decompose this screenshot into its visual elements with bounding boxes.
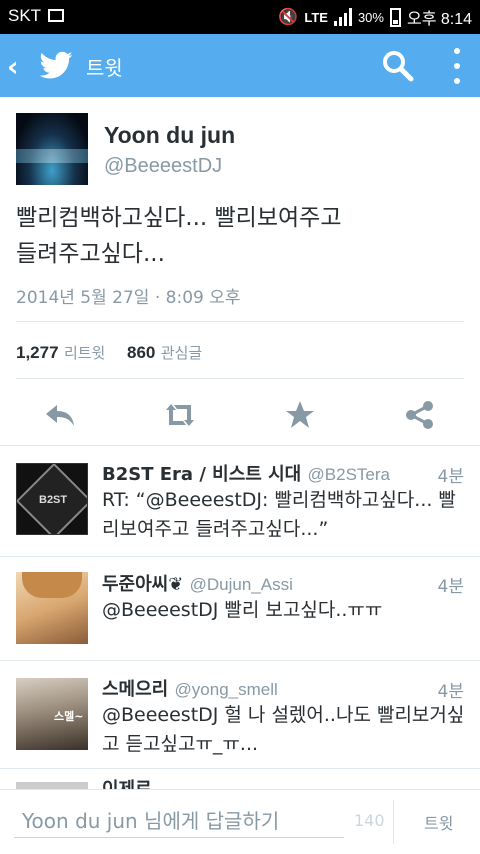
battery-icon (389, 7, 401, 27)
favorite-label[interactable]: 관심글 (161, 344, 202, 362)
reply-time: 4분 (437, 682, 464, 702)
author-name[interactable]: Yoon du jun (104, 122, 235, 149)
back-button[interactable]: ‹ (7, 50, 19, 83)
reply-avatar[interactable] (16, 782, 88, 789)
reply-time: 4분 (437, 577, 464, 597)
reply-text: @BeeeestDJ 빨리 보고싶다..ㅠㅠ (102, 599, 383, 621)
page-title: 트윗 (86, 56, 123, 80)
reply-author-name[interactable]: B2ST Era / 비스트 시대 (102, 464, 301, 485)
signal-icon (333, 8, 352, 26)
reply-input[interactable]: Yoon du jun 님에게 답글하기 (14, 804, 344, 838)
divider (0, 768, 480, 769)
char-count: 140 (354, 811, 385, 830)
reply-author-name[interactable]: 스메으리 (102, 679, 168, 700)
tweet-stats: 1,277 리트윗 860 관심글 (16, 342, 202, 363)
reply-composer: Yoon du jun 님에게 답글하기 140 트윗 (0, 789, 480, 854)
divider (0, 660, 480, 661)
network-label: LTE (304, 9, 328, 25)
status-bar: SKT 🔇 LTE 30% 오후 8:14 (0, 0, 480, 34)
divider (16, 321, 464, 322)
favorite-count[interactable]: 860 (127, 343, 155, 362)
reply-handle[interactable]: @Dujun_Assi (190, 575, 293, 594)
reply-handle[interactable]: @B2STera (308, 465, 390, 484)
overflow-menu-icon[interactable] (449, 48, 465, 84)
tweet-text: 빨리컴백하고싶다... 빨리보여주고 들려주고싶다... (16, 200, 466, 272)
divider (0, 445, 480, 446)
clock: 오후 8:14 (406, 11, 472, 28)
carrier-label: SKT (8, 6, 42, 25)
reply-author[interactable]: 이제르 (102, 775, 152, 789)
tweet-actions (0, 394, 480, 434)
reply-text: RT: “@BeeeestDJ: 빨리컴백하고싶다... 빨리보여주고 들려주고… (102, 489, 456, 540)
search-icon[interactable] (380, 48, 416, 84)
tweet-text-line: 빨리컴백하고싶다... 빨리보여주고 (16, 205, 342, 231)
author-handle[interactable]: @BeeeestDJ (104, 155, 222, 178)
divider (393, 800, 394, 844)
reply-avatar[interactable]: B2ST (16, 463, 88, 535)
favorite-star-icon[interactable] (283, 398, 317, 432)
reply-text: @BeeeestDJ 헐 나 설렜어..나도 빨리보거싶고 듣고싶고ㅠ_ㅠ... (102, 704, 465, 755)
reply-avatar[interactable]: 스멜~ (16, 678, 88, 750)
app-bar: ‹ 트윗 (0, 34, 480, 97)
share-icon[interactable] (403, 398, 437, 432)
gallery-notification-icon (48, 9, 64, 22)
tweet-text-line: 들려주고싶다... (16, 241, 165, 267)
battery-percent: 30% (357, 9, 384, 25)
divider (16, 378, 464, 379)
retweet-count[interactable]: 1,277 (16, 343, 59, 362)
author-avatar[interactable] (16, 113, 88, 185)
reply-author[interactable]: 두준아씨❦ @Dujun_Assi (102, 570, 293, 596)
reply-avatar[interactable] (16, 572, 88, 644)
mute-icon: 🔇 (278, 9, 299, 26)
twitter-bird-icon[interactable] (38, 48, 74, 84)
divider (0, 556, 480, 557)
send-tweet-button[interactable]: 트윗 (424, 810, 453, 834)
status-right: 🔇 LTE 30% 오후 8:14 (278, 5, 472, 29)
reply-handle[interactable]: @yong_smell (175, 680, 278, 699)
reply-time: 4분 (437, 467, 464, 487)
reply-icon[interactable] (43, 398, 77, 432)
reply-author[interactable]: 스메으리 @yong_smell (102, 675, 278, 701)
reply-author[interactable]: B2ST Era / 비스트 시대 @B2STera (102, 460, 390, 486)
retweet-label[interactable]: 리트윗 (64, 344, 105, 362)
tweet-timestamp: 2014년 5월 27일 · 8:09 오후 (16, 288, 241, 308)
reply-author-name[interactable]: 이제르 (102, 779, 152, 789)
retweet-icon[interactable] (163, 398, 197, 432)
reply-author-name[interactable]: 두준아씨❦ (102, 574, 183, 595)
